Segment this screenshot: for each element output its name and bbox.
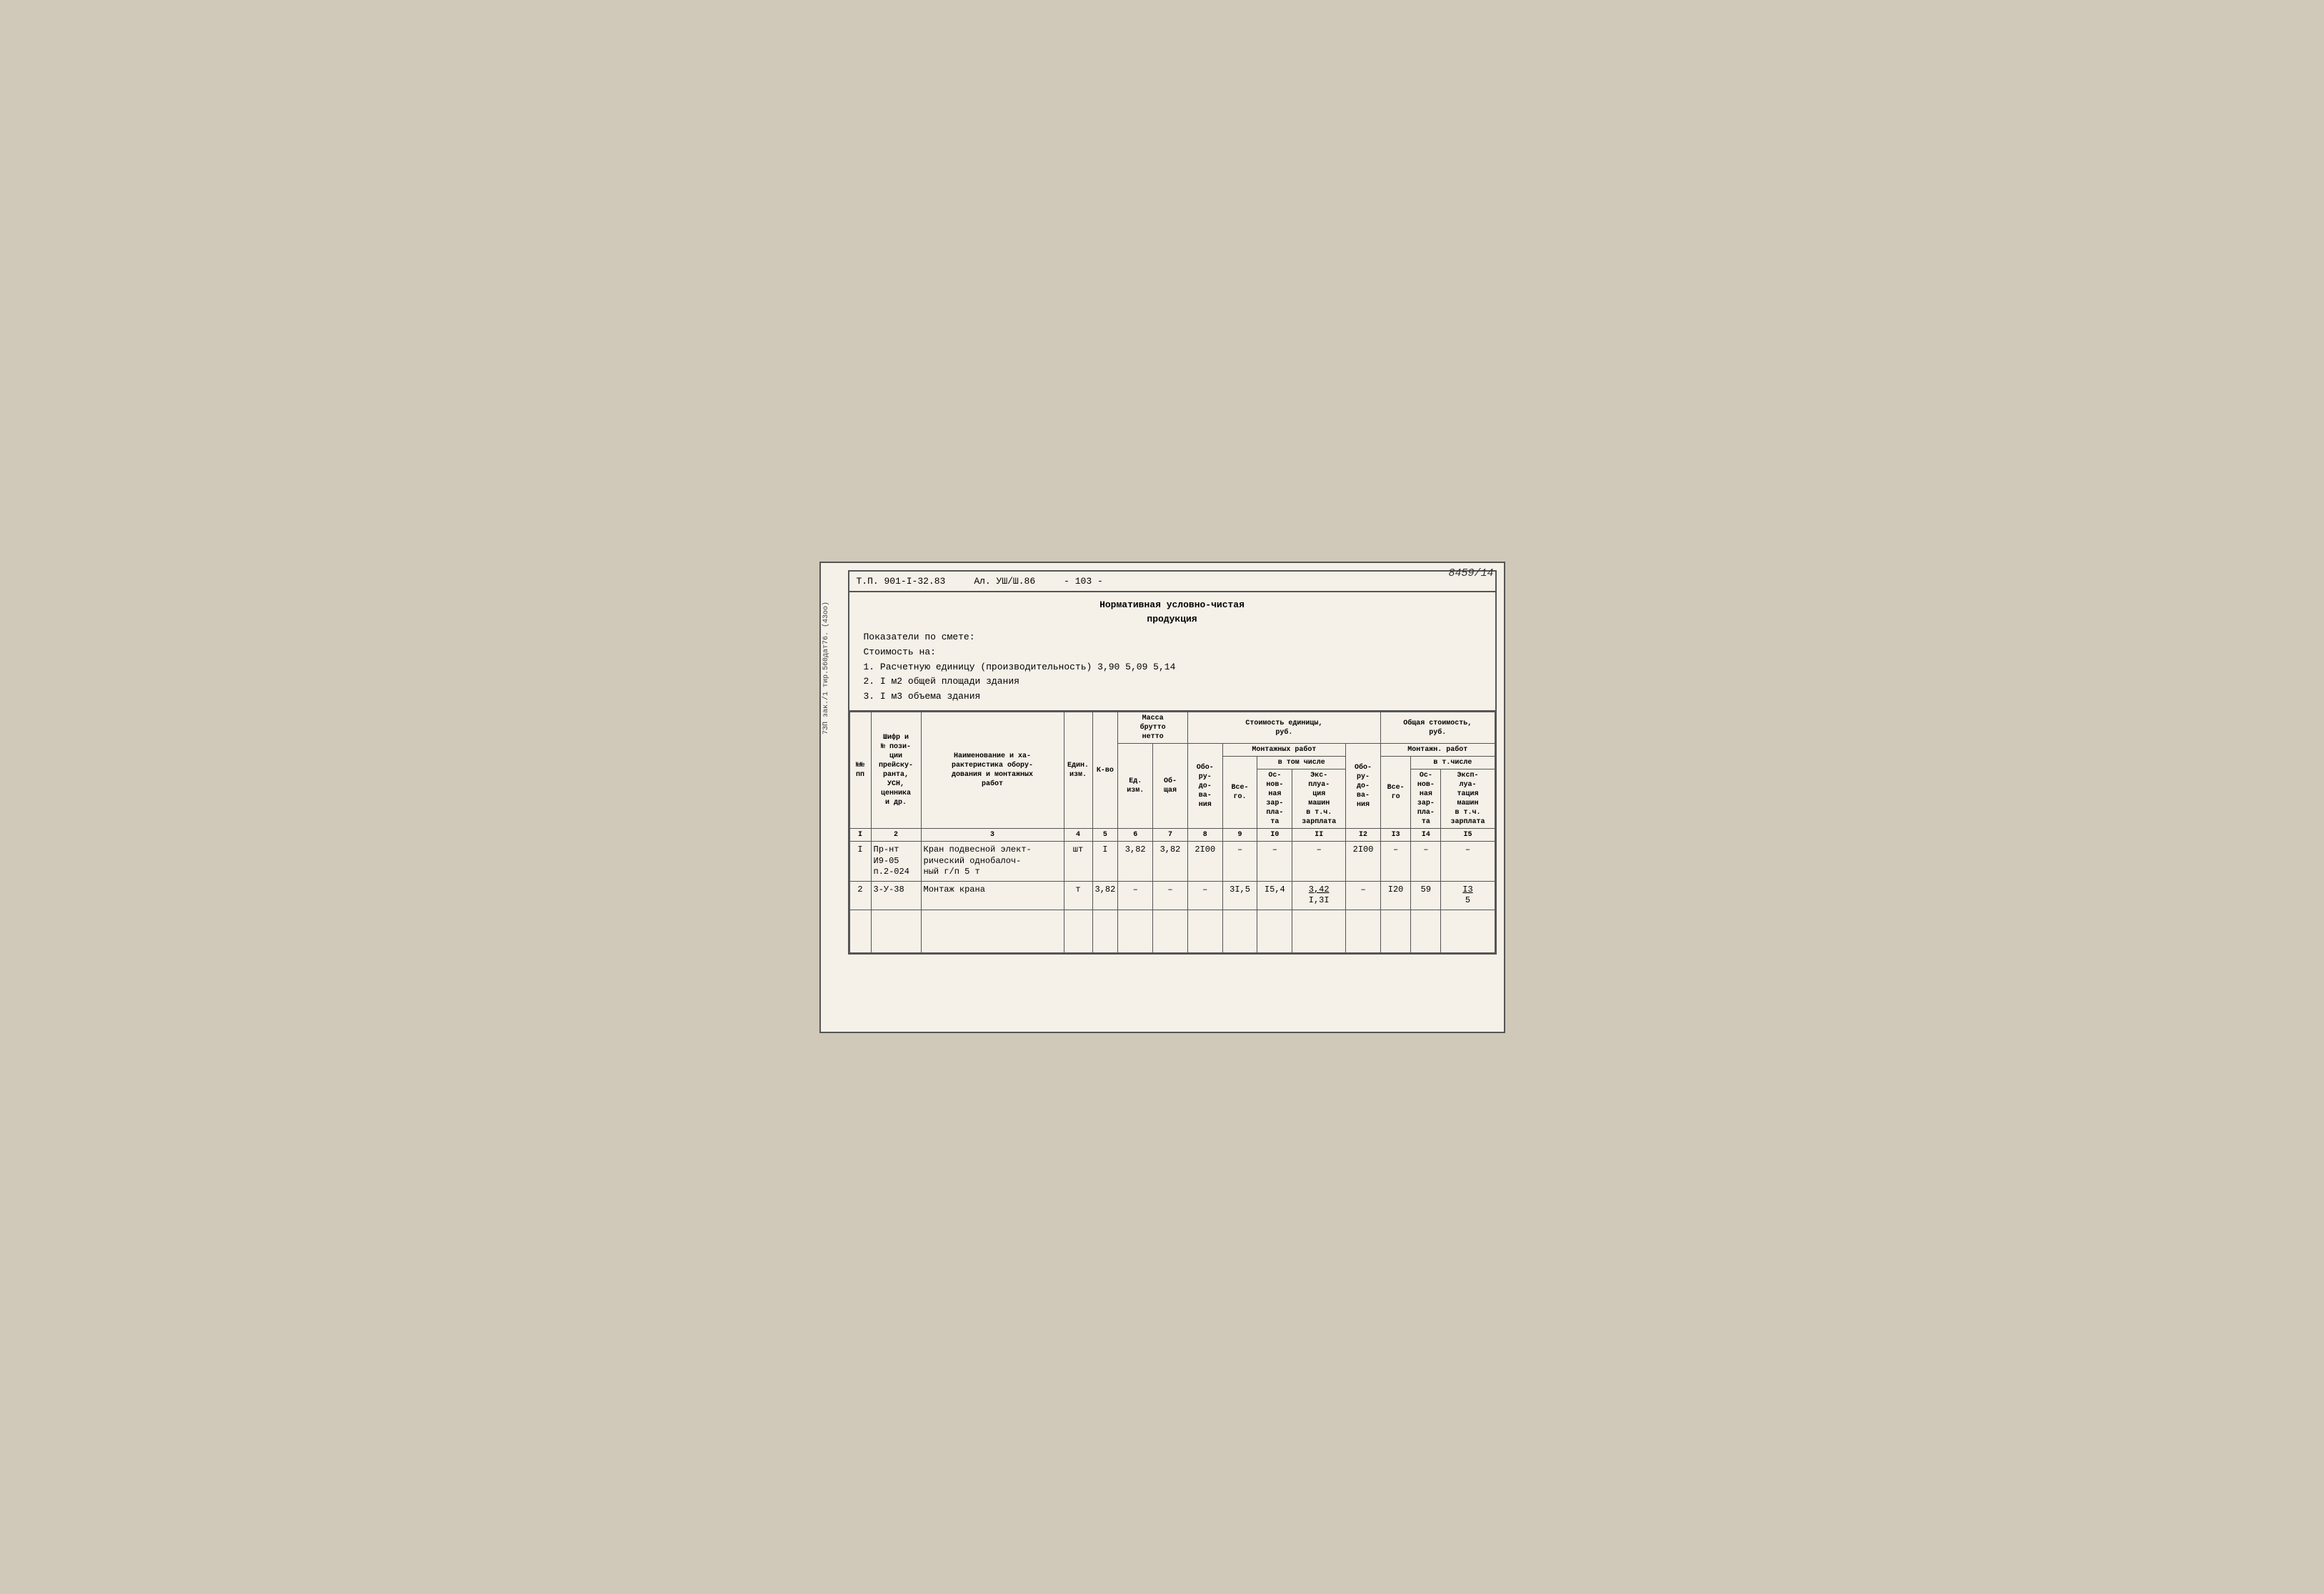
- col-header-stoimost-ob: Общая стоимость,руб.: [1380, 712, 1495, 744]
- side-text: 7ЗП зак./1 тир.560дат76. (43oo): [821, 599, 832, 737]
- row2-name: Монтаж крана: [921, 881, 1064, 910]
- row1-mass-ed: 3,82: [1118, 842, 1153, 882]
- col-header-expl: Экс-плуа-циямашинв т.ч.зарплата: [1292, 769, 1346, 829]
- table-row-empty: [849, 910, 1495, 953]
- info-block: Нормативная условно-чистая продукция Пок…: [849, 592, 1495, 712]
- info-indicators: Показатели по смете: Стоимость на: 1. Ра…: [864, 630, 1481, 704]
- row1-expl: –: [1292, 842, 1346, 882]
- colnum-5: 5: [1092, 829, 1118, 842]
- row1-expl2: –: [1441, 842, 1495, 882]
- colnum-6: 6: [1118, 829, 1153, 842]
- row1-num: I: [849, 842, 871, 882]
- col-header-vsego: Все-го.: [1222, 757, 1257, 829]
- colnum-12: I2: [1346, 829, 1381, 842]
- colnum-3: 3: [921, 829, 1064, 842]
- col-header-montazh2: Монтажн. работ: [1380, 744, 1495, 757]
- table-col-numbers: I 2 3 4 5 6 7 8 9 I0 II I2 I3 I4 I5: [849, 829, 1495, 842]
- col-header-ed: Един.изм.: [1064, 712, 1092, 829]
- row2-vsego: 3I,5: [1222, 881, 1257, 910]
- row2-mass-ed: –: [1118, 881, 1153, 910]
- row2-obo: –: [1187, 881, 1222, 910]
- col-header-massa: Массабруттонетто: [1118, 712, 1188, 744]
- info-line5: 1. Расчетную единицу (производительность…: [864, 660, 1481, 675]
- col-header-expl2: Эксп-луа-тациямашинв т.ч.зарплата: [1441, 769, 1495, 829]
- colnum-8: 8: [1187, 829, 1222, 842]
- row2-expl2: I35: [1441, 881, 1495, 910]
- info-line2: продукция: [864, 612, 1481, 627]
- colnum-11: II: [1292, 829, 1346, 842]
- row2-vsego2: I20: [1380, 881, 1410, 910]
- row1-name: Кран подвесной элект-рический однобалоч-…: [921, 842, 1064, 882]
- info-line3: Показатели по смете:: [864, 630, 1481, 645]
- row1-vsego: –: [1222, 842, 1257, 882]
- col-header-name: Наименование и ха-рактеристика обору-дов…: [921, 712, 1064, 829]
- row2-expl: 3,42I,3I: [1292, 881, 1346, 910]
- row1-obo: 2I00: [1187, 842, 1222, 882]
- header-row: Т.П. 901-I-32.83 Ал. УШ/Ш.86 - 103 -: [849, 572, 1495, 592]
- colnum-15: I5: [1441, 829, 1495, 842]
- main-table: №№пп Шифр и№ пози-циипрейску-ранта,УСН,ц…: [849, 712, 1495, 953]
- info-line7: 3. I м3 объема здания: [864, 689, 1481, 704]
- colnum-1: I: [849, 829, 871, 842]
- col-header-vtomchisle: в том числе: [1257, 757, 1346, 769]
- row1-shifr: Пр-нтИ9-05п.2-024: [871, 842, 921, 882]
- col-header-num: №№пп: [849, 712, 871, 829]
- col-header-osnov2: Ос-нов-наязар-пла-та: [1411, 769, 1441, 829]
- row2-num: 2: [849, 881, 871, 910]
- colnum-2: 2: [871, 829, 921, 842]
- row1-osnov: –: [1257, 842, 1292, 882]
- col-header-stoimost-ed: Стоимость единицы,руб.: [1187, 712, 1380, 744]
- colnum-10: I0: [1257, 829, 1292, 842]
- colnum-13: I3: [1380, 829, 1410, 842]
- page: 8459/14 7ЗП зак./1 тир.560дат76. (43oo) …: [819, 562, 1505, 1033]
- row2-kvo: 3,82: [1092, 881, 1118, 910]
- main-content: Т.П. 901-I-32.83 Ал. УШ/Ш.86 - 103 - Нор…: [848, 570, 1497, 955]
- table-header-row1: №№пп Шифр и№ пози-циипрейску-ранта,УСН,ц…: [849, 712, 1495, 744]
- col-header-vtomchisle2: в т.числе: [1411, 757, 1495, 769]
- row2-ed: т: [1064, 881, 1092, 910]
- info-line6: 2. I м2 общей площади здания: [864, 674, 1481, 689]
- row2-mass-ob: –: [1153, 881, 1188, 910]
- row1-ed: шт: [1064, 842, 1092, 882]
- col-header-mass-ed: Ед.изм.: [1118, 744, 1153, 829]
- row2-osnov2: 59: [1411, 881, 1441, 910]
- col-header-obo2: Обо-ру-до-ва-ния: [1346, 744, 1381, 829]
- col-header-shifr: Шифр и№ пози-циипрейску-ранта,УСН,ценник…: [871, 712, 921, 829]
- row1-vsego2: –: [1380, 842, 1410, 882]
- colnum-9: 9: [1222, 829, 1257, 842]
- colnum-14: I4: [1411, 829, 1441, 842]
- colnum-7: 7: [1153, 829, 1188, 842]
- tp-label: Т.П. 901-I-32.83: [857, 576, 946, 587]
- table-row: I Пр-нтИ9-05п.2-024 Кран подвесной элект…: [849, 842, 1495, 882]
- al-label: Ал. УШ/Ш.86: [974, 576, 1035, 587]
- row2-osnov: I5,4: [1257, 881, 1292, 910]
- colnum-4: 4: [1064, 829, 1092, 842]
- row2-shifr: 3-У-38: [871, 881, 921, 910]
- info-line1: Нормативная условно-чистая: [864, 598, 1481, 613]
- col-header-obo: Обо-ру-до-ва-ния: [1187, 744, 1222, 829]
- col-header-montazh: Монтажных работ: [1222, 744, 1346, 757]
- col-header-kvo: К-во: [1092, 712, 1118, 829]
- row1-kvo: I: [1092, 842, 1118, 882]
- col-header-osnov: Ос-нов-наязар-пла-та: [1257, 769, 1292, 829]
- page-number: 8459/14: [1448, 567, 1493, 579]
- info-line4: Стоимость на:: [864, 645, 1481, 660]
- col-header-mass-ob: Об-щая: [1153, 744, 1188, 829]
- row1-obo2: 2I00: [1346, 842, 1381, 882]
- row2-obo2: –: [1346, 881, 1381, 910]
- col-header-vsego2: Все-го: [1380, 757, 1410, 829]
- num-label: - 103 -: [1064, 576, 1103, 587]
- row1-osnov2: –: [1411, 842, 1441, 882]
- row1-mass-ob: 3,82: [1153, 842, 1188, 882]
- table-row: 2 3-У-38 Монтаж крана т 3,82 – – – 3I,5 …: [849, 881, 1495, 910]
